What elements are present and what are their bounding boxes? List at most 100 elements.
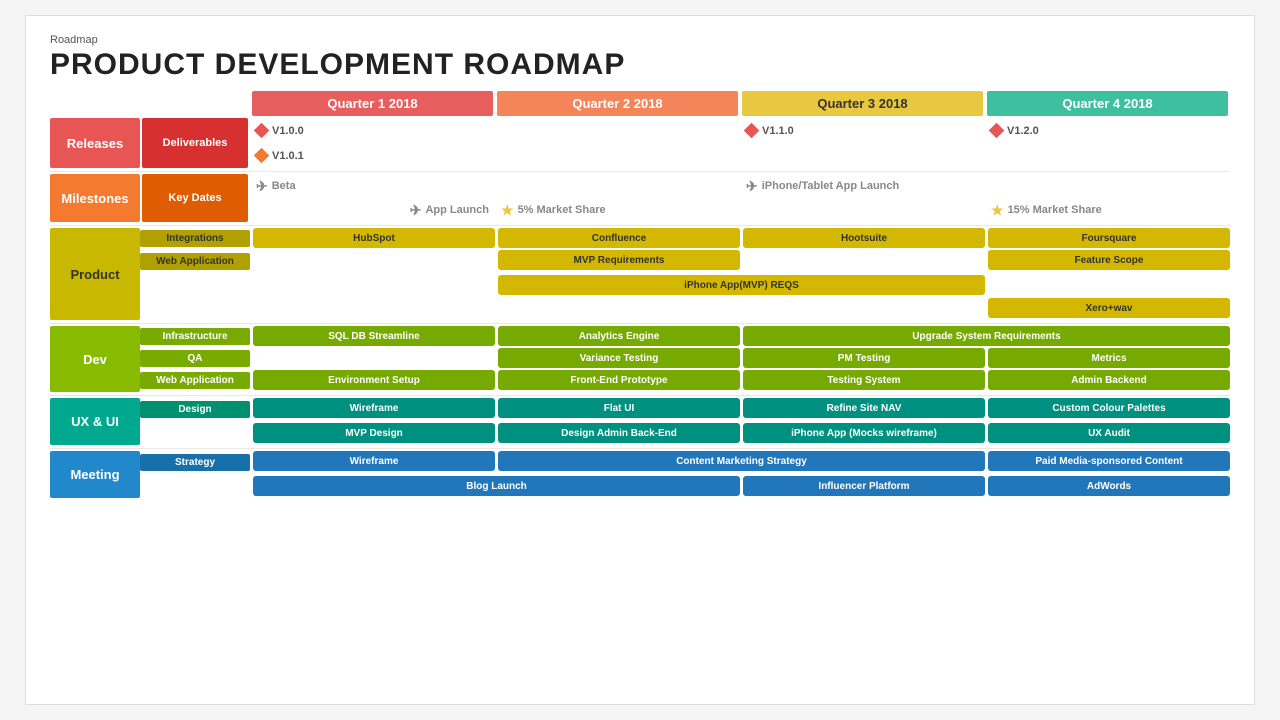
bar-content-mkt: Content Marketing Strategy: [498, 451, 985, 471]
bar-confluence: Confluence: [498, 228, 740, 248]
milestone-q2-r1: [495, 174, 740, 198]
bar-ux-audit: UX Audit: [988, 423, 1230, 443]
product-label: Product: [50, 228, 140, 320]
bar-wireframe-mtg: Wireframe: [253, 451, 495, 471]
bar-upgrade-sys: Upgrade System Requirements: [743, 326, 1230, 346]
dev-infra-row: Infrastructure SQL DB Streamline Analyti…: [140, 326, 1230, 346]
diamond-v120: [989, 123, 1005, 139]
release-row2-q3: [740, 143, 985, 168]
release-q2-r1: [495, 118, 740, 143]
bar-refine-nav: Refine Site NAV: [743, 398, 985, 418]
milestone-app-launch: ✈ App Launch: [250, 198, 495, 222]
star-icon-1: ★: [501, 202, 514, 219]
releases-section: Releases Deliverables V1.0.0 V1.1.0 V1.2…: [50, 118, 1230, 168]
bar-env-setup: Environment Setup: [253, 370, 495, 390]
divider-5: [50, 448, 1230, 449]
divider-2: [50, 225, 1230, 226]
bar-analytics: Analytics Engine: [498, 326, 740, 346]
divider-4: [50, 395, 1230, 396]
qa-label: QA: [140, 350, 250, 367]
slide: Roadmap PRODUCT DEVELOPMENT ROADMAP Quar…: [25, 15, 1255, 705]
diamond-v101: [254, 148, 270, 164]
quarter-3-header: Quarter 3 2018: [742, 91, 983, 116]
bar-sql: SQL DB Streamline: [253, 326, 495, 346]
main-title: PRODUCT DEVELOPMENT ROADMAP: [50, 48, 1230, 81]
milestone-5pct: ★ 5% Market Share: [495, 198, 740, 222]
release-row2-q4: [985, 143, 1230, 168]
design-row1: Design Wireframe Flat UI Refine Site NAV…: [140, 398, 1230, 421]
bar-variance: Variance Testing: [498, 348, 740, 368]
bar-mvp-req: MVP Requirements: [498, 250, 740, 270]
product-webapp-row2: Web Application iPhone App(MVP) REQS Xer…: [140, 275, 1230, 318]
strategy-row2: Strategy Blog Launch Influencer Platform…: [140, 476, 1230, 496]
infra-label: Infrastructure: [140, 328, 250, 345]
dev-section: Dev Infrastructure SQL DB Streamline Ana…: [50, 326, 1230, 392]
bar-feature-scope: Feature Scope: [988, 250, 1230, 270]
release-v110: V1.1.0: [740, 118, 985, 143]
release-v100: V1.0.0: [250, 118, 495, 143]
bar-custom-colour: Custom Colour Palettes: [988, 398, 1230, 418]
design-label: Design: [140, 401, 250, 418]
bar-xerowav: Xero+wav: [988, 298, 1230, 318]
bar-paid-media: Paid Media-sponsored Content: [988, 451, 1230, 471]
bar-metrics: Metrics: [988, 348, 1230, 368]
product-webapp-row1: Web Application MVP Requirements Feature…: [140, 250, 1230, 273]
diamond-v110: [744, 123, 760, 139]
releases-label: Releases: [50, 118, 140, 168]
bar-design-admin: Design Admin Back-End: [498, 423, 740, 443]
milestone-beta: ✈ Beta: [250, 174, 495, 198]
bar-hootsuite: Hootsuite: [743, 228, 985, 248]
release-v120: V1.2.0: [985, 118, 1230, 143]
quarter-1-header: Quarter 1 2018: [252, 91, 493, 116]
milestone-15pct: ★ 15% Market Share: [985, 198, 1230, 222]
bar-iphone-mvp: iPhone App(MVP) REQS: [498, 275, 985, 295]
deliverables-label: Deliverables: [142, 118, 248, 168]
subtitle: Roadmap: [50, 34, 1230, 46]
dev-webapp-row: Web Application Environment Setup Front-…: [140, 370, 1230, 390]
milestone-iphone-launch: ✈ iPhone/Tablet App Launch: [740, 174, 985, 198]
product-section: Product Integrations HubSpot Confluence …: [50, 228, 1230, 320]
dev-qa-row: QA Variance Testing PM Testing Metrics: [140, 348, 1230, 368]
bar-blog-launch: Blog Launch: [253, 476, 740, 496]
webapp-label: Web Application: [140, 253, 250, 270]
dev-label: Dev: [50, 326, 140, 392]
bar-foursquare: Foursquare: [988, 228, 1230, 248]
diamond-v100: [254, 123, 270, 139]
quarter-headers: Quarter 1 2018 Quarter 2 2018 Quarter 3 …: [50, 91, 1230, 116]
design-row2: Design MVP Design Design Admin Back-End …: [140, 423, 1230, 443]
quarter-2-header: Quarter 2 2018: [497, 91, 738, 116]
milestones-label: Milestones: [50, 174, 140, 222]
bar-testing-sys: Testing System: [743, 370, 985, 390]
dev-webapp-label: Web Application: [140, 372, 250, 389]
uxui-label: UX & UI: [50, 398, 140, 445]
bar-wireframe-ux: Wireframe: [253, 398, 495, 418]
strategy-row1: Strategy Wireframe Content Marketing Str…: [140, 451, 1230, 474]
release-v101: V1.0.1: [250, 143, 495, 168]
divider-3: [50, 323, 1230, 324]
quarter-4-header: Quarter 4 2018: [987, 91, 1228, 116]
divider-1: [50, 171, 1230, 172]
bar-frontend: Front-End Prototype: [498, 370, 740, 390]
plane-icon-2: ✈: [746, 178, 758, 195]
milestone-q4-r1: [985, 174, 1230, 198]
bar-admin-backend: Admin Backend: [988, 370, 1230, 390]
meeting-section: Meeting Strategy Wireframe Content Marke…: [50, 451, 1230, 498]
bar-pm-test: PM Testing: [743, 348, 985, 368]
bar-hubspot: HubSpot: [253, 228, 495, 248]
star-icon-2: ★: [991, 202, 1004, 219]
bar-influencer: Influencer Platform: [743, 476, 985, 496]
uxui-section: UX & UI Design Wireframe Flat UI Refine …: [50, 398, 1230, 445]
milestone-q3-r2: [740, 198, 985, 222]
plane-icon-1: ✈: [256, 178, 268, 195]
bar-flat-ui: Flat UI: [498, 398, 740, 418]
integrations-label: Integrations: [140, 230, 250, 247]
strategy-label: Strategy: [140, 454, 250, 471]
meeting-label: Meeting: [50, 451, 140, 498]
release-row2-q2: [495, 143, 740, 168]
product-integrations-row: Integrations HubSpot Confluence Hootsuit…: [140, 228, 1230, 248]
milestones-section: Milestones Key Dates ✈ Beta ✈ iPhone/Tab…: [50, 174, 1230, 222]
keydates-label: Key Dates: [142, 174, 248, 222]
bar-mvp-design: MVP Design: [253, 423, 495, 443]
plane-icon-3: ✈: [410, 202, 422, 219]
bar-iphone-mocks: iPhone App (Mocks wireframe): [743, 423, 985, 443]
